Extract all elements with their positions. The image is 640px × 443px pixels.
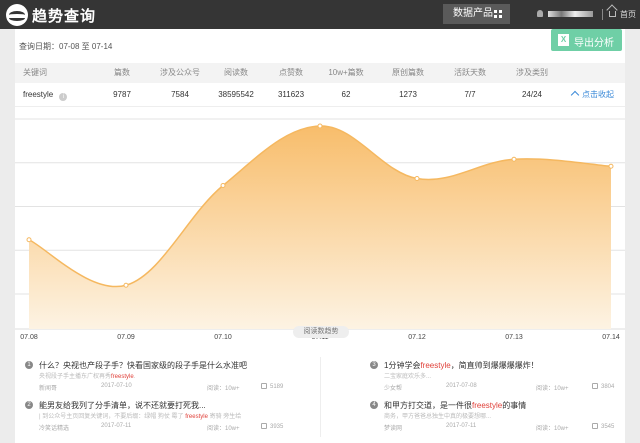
x-tick-label: 07.09 (117, 334, 135, 341)
likes-value: 311623 (261, 83, 321, 107)
header-likes: 点赞数 (261, 63, 321, 83)
header-categories: 涉及类别 (502, 63, 562, 83)
header-accounts: 涉及公众号 (150, 63, 210, 83)
article-title[interactable]: 1分钟学会freestyle，简直帅到爆爆爆爆炸！ (384, 360, 539, 371)
table-header: 关键词 篇数 涉及公众号 阅读数 点赞数 10w+篇数 原创篇数 活跃天数 涉及… (15, 63, 625, 83)
excel-icon: X (558, 34, 569, 46)
article-title[interactable]: 什么？央视也产段子手？快看国家级的段子手是什么水准吧 (39, 360, 247, 371)
rank-badge: 1 (25, 361, 33, 369)
article-source: 新闻哥 (39, 383, 57, 392)
article-date: 2017-07-08 (446, 383, 477, 389)
thumbs-up-icon (592, 383, 598, 389)
info-icon[interactable]: i (59, 93, 67, 101)
data-products-label: 数据产品 (453, 8, 493, 19)
rank-badge: 2 (25, 401, 33, 409)
data-point (221, 184, 225, 188)
data-point (512, 157, 516, 161)
header-reads: 阅读数 (206, 63, 266, 83)
list-item[interactable]: 1 什么？央视也产段子手？快看国家级的段子手是什么水准吧 央视段子手主播东广权再… (15, 357, 305, 397)
categories-value: 24/24 (502, 83, 562, 107)
10w-articles-value: 62 (316, 83, 376, 107)
article-likes: 3545 (592, 423, 614, 430)
area-fill (29, 126, 611, 329)
keyword-value: freestyle (23, 90, 53, 99)
data-point (609, 164, 613, 168)
export-label: 导出分析 (574, 34, 614, 49)
header-articles: 篇数 (92, 63, 152, 83)
list-item[interactable]: 3 1分钟学会freestyle，简直帅到爆爆爆爆炸！ 二宝家庭欢乐多... 少… (360, 357, 640, 397)
rank-badge: 3 (370, 361, 378, 369)
header-10w-articles: 10w+篇数 (316, 63, 376, 83)
username-blurred[interactable] (548, 11, 593, 17)
home-icon[interactable] (609, 11, 616, 17)
x-tick-label: 07.13 (505, 334, 523, 341)
article-date: 2017-07-11 (101, 423, 131, 429)
collapse-button[interactable]: 点击收起 (572, 83, 614, 107)
reads-value: 38595542 (206, 83, 266, 107)
article-snippet: 商务，甲方爸爸总独生中真的极要想哪... (384, 411, 491, 420)
logo-icon[interactable] (6, 4, 28, 26)
data-products-button[interactable]: 数据产品 (443, 4, 510, 24)
trend-chart: 07.0807.0907.1007.1107.1207.1307.14 (15, 111, 625, 341)
header-original: 原创篇数 (378, 63, 438, 83)
data-point (27, 238, 31, 242)
chevron-up-icon (571, 91, 579, 99)
x-tick-label: 07.10 (214, 334, 232, 341)
article-likes: 3804 (592, 383, 614, 390)
top-bar: 趋势查询 数据产品 首页 (0, 0, 640, 29)
grid-icon (494, 10, 502, 18)
export-analysis-button[interactable]: X 导出分析 (551, 29, 622, 51)
user-icon[interactable] (537, 10, 543, 17)
accounts-value: 7584 (150, 83, 210, 107)
article-source: 少女帮 (384, 383, 402, 392)
article-reads: 阅读：10w+ (536, 423, 569, 432)
data-point (415, 177, 419, 181)
x-tick-label: 07.14 (602, 334, 620, 341)
article-snippet: | 到公众号主页回复关键词，不要后缀：绿帽 狗仗 霉了 freestyle 寄骑… (39, 411, 241, 420)
table-row: freestylei 9787 7584 38595542 311623 62 … (15, 83, 625, 107)
article-source: 冷笑话精选 (39, 423, 69, 432)
original-value: 1273 (378, 83, 438, 107)
article-likes: 5189 (261, 383, 283, 390)
thumbs-up-icon (261, 383, 267, 389)
article-title[interactable]: 能男友给我列了分手清单，说不还就要打死我... (39, 400, 206, 411)
active-days-value: 7/7 (440, 83, 500, 107)
data-point (124, 283, 128, 287)
article-snippet: 二宝家庭欢乐多... (384, 371, 431, 380)
article-date: 2017-07-10 (101, 383, 132, 389)
x-tick-label: 07.08 (20, 334, 38, 341)
main-panel: 查询日期：07-08 至 07-14 X 导出分析 关键词 篇数 涉及公众号 阅… (15, 29, 625, 443)
list-item[interactable]: 2 能男友给我列了分手清单，说不还就要打死我... | 到公众号主页回复关键词，… (15, 397, 305, 437)
header-keyword: 关键词 (23, 63, 47, 83)
article-reads: 阅读：10w+ (536, 383, 569, 392)
thumbs-up-icon (261, 423, 267, 429)
home-link[interactable]: 首页 (620, 9, 636, 20)
article-date: 2017-07-11 (446, 423, 476, 429)
thumbs-up-icon (592, 423, 598, 429)
x-tick-label: 07.12 (408, 334, 426, 341)
column-divider (320, 357, 321, 437)
article-snippet: 央视段子手主播东广权再秀freestyle. (39, 371, 135, 380)
divider (602, 9, 603, 20)
header-active-days: 活跃天数 (440, 63, 500, 83)
articles-value: 9787 (92, 83, 152, 107)
brand-title[interactable]: 趋势查询 (32, 5, 96, 26)
article-reads: 阅读：10w+ (207, 383, 240, 392)
article-title[interactable]: 和甲方打交道，是一件很freestyle的事情 (384, 400, 526, 411)
article-list: 1 什么？央视也产段子手？快看国家级的段子手是什么水准吧 央视段子手主播东广权再… (15, 357, 625, 443)
query-date-range: 查询日期：07-08 至 07-14 (19, 41, 112, 52)
article-source: 梦读网 (384, 423, 402, 432)
collapse-label: 点击收起 (582, 90, 614, 99)
chart-series-label[interactable]: 阅读数趋势 (293, 326, 349, 338)
rank-badge: 4 (370, 401, 378, 409)
article-reads: 阅读：10w+ (207, 423, 240, 432)
keyword-cell: freestyle i (23, 83, 67, 107)
list-item[interactable]: 4 和甲方打交道，是一件很freestyle的事情 商务，甲方爸爸总独生中真的极… (360, 397, 640, 437)
article-likes: 3935 (261, 423, 283, 430)
data-point (318, 124, 322, 128)
chart-svg: 07.0807.0907.1007.1107.1207.1307.14 (15, 111, 625, 346)
